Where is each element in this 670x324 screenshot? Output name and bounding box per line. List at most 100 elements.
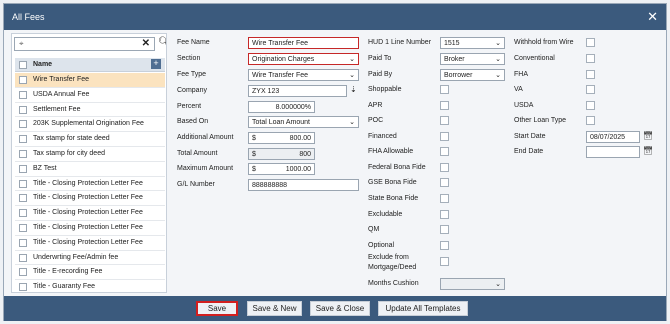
section-select[interactable]: Origination Charges ⌄	[248, 53, 359, 65]
list-item[interactable]: Tax stamp for city deed	[15, 147, 165, 162]
based-on-select[interactable]: Total Loan Amount ⌄	[248, 116, 359, 128]
add-fee-icon[interactable]: +	[151, 59, 161, 69]
maximum-amount-label: Maximum Amount	[177, 165, 234, 172]
usda-checkbox[interactable]	[586, 101, 595, 110]
save-and-new-button[interactable]: Save & New	[247, 301, 302, 316]
list-item[interactable]: BZ Test	[15, 162, 165, 177]
row-checkbox[interactable]	[19, 223, 27, 232]
list-item-label: BZ Test	[33, 164, 57, 172]
chevron-down-icon: ⌄	[495, 56, 501, 63]
currency-symbol: $	[252, 151, 256, 158]
conventional-checkbox[interactable]	[586, 54, 595, 63]
list-item[interactable]: Title - E-recording Fee	[15, 265, 165, 281]
list-item[interactable]: Wire Transfer Fee	[15, 73, 165, 88]
row-checkbox[interactable]	[19, 253, 27, 262]
save-button[interactable]: Save	[196, 301, 238, 316]
fee-type-value: Wire Transfer Fee	[252, 72, 309, 79]
row-checkbox[interactable]	[19, 164, 27, 173]
start-date-label: Start Date	[514, 133, 546, 140]
row-checkbox[interactable]	[19, 179, 27, 188]
list-item[interactable]: USDA Annual Fee	[15, 88, 165, 103]
list-item-label: Underwrting Fee/Admin fee	[33, 253, 119, 261]
row-checkbox[interactable]	[19, 268, 27, 277]
excludable-checkbox[interactable]	[440, 210, 449, 219]
maximum-amount-input[interactable]: $1000.00	[248, 163, 315, 175]
company-lookup-icon[interactable]: ⇣	[350, 85, 357, 94]
percent-label: Percent	[177, 103, 202, 110]
paid-to-select[interactable]: Broker ⌄	[440, 53, 505, 65]
list-item-label: Title - Closing Protection Letter Fee	[33, 209, 143, 217]
row-checkbox[interactable]	[19, 105, 27, 114]
end-date-input[interactable]	[586, 146, 640, 158]
list-item[interactable]: Title - Closing Protection Letter Fee	[15, 177, 165, 192]
state-bona-fide-checkbox[interactable]	[440, 194, 449, 203]
withhold-from-wire-checkbox[interactable]	[586, 38, 595, 47]
list-item[interactable]: Title - Closing Protection Letter Fee	[15, 236, 165, 251]
hud-line-label: HUD 1 Line Number	[368, 39, 432, 46]
list-item[interactable]: Title - Closing Protection Letter Fee	[15, 206, 165, 221]
exclude-from-mortgage-checkbox[interactable]	[440, 257, 449, 266]
chevron-down-icon: ⌄	[349, 119, 355, 126]
hud-line-value: 1515	[444, 40, 460, 47]
row-checkbox[interactable]	[19, 90, 27, 99]
paid-by-select[interactable]: Borrower ⌄	[440, 69, 505, 81]
additional-amount-value: 800.00	[289, 135, 311, 142]
list-item[interactable]: Title - Guaranty Fee	[15, 280, 165, 292]
fee-name-input[interactable]: Wire Transfer Fee	[248, 37, 359, 49]
gse-bona-fide-label: GSE Bona Fide	[368, 179, 417, 186]
gse-bona-fide-checkbox[interactable]	[440, 178, 449, 187]
calendar-icon[interactable]: 📅︎	[643, 146, 653, 155]
name-column-header[interactable]: Name	[33, 61, 52, 68]
fha-checkbox[interactable]	[586, 70, 595, 79]
percent-input[interactable]: 8.000000%	[248, 101, 315, 113]
qm-checkbox[interactable]	[440, 225, 449, 234]
row-checkbox[interactable]	[19, 194, 27, 203]
search-icon[interactable]: 🔍︎	[158, 37, 166, 48]
list-item[interactable]: Settlement Fee	[15, 103, 165, 118]
financed-checkbox[interactable]	[440, 132, 449, 141]
shoppable-checkbox[interactable]	[440, 85, 449, 94]
row-checkbox[interactable]	[19, 238, 27, 247]
company-input[interactable]: ZYX 123	[248, 85, 347, 97]
list-item[interactable]: Title - Closing Protection Letter Fee	[15, 221, 165, 236]
calendar-icon[interactable]: 📅︎	[643, 131, 653, 140]
list-item[interactable]: 203K Supplemental Origination Fee	[15, 117, 165, 133]
conventional-label: Conventional	[514, 55, 555, 62]
all-fees-dialog: All Fees ✕ ⌖ ✕ 🔍︎ Name + Wire Transfer F…	[3, 3, 667, 321]
start-date-input[interactable]: 08/07/2025	[586, 131, 640, 143]
row-checkbox[interactable]	[19, 209, 27, 218]
currency-symbol: $	[252, 166, 256, 173]
usda-label: USDA	[514, 102, 534, 109]
va-checkbox[interactable]	[586, 85, 595, 94]
gl-number-input[interactable]: 888888888	[248, 179, 359, 191]
row-checkbox[interactable]	[19, 135, 27, 144]
fha-allowable-checkbox[interactable]	[440, 147, 449, 156]
filter-icon: ⌖	[19, 39, 24, 48]
va-label: VA	[514, 86, 523, 93]
list-item[interactable]: Underwrting Fee/Admin fee	[15, 251, 165, 266]
optional-checkbox[interactable]	[440, 241, 449, 250]
row-checkbox[interactable]	[19, 149, 27, 158]
save-and-close-button[interactable]: Save & Close	[310, 301, 370, 316]
select-all-checkbox[interactable]	[19, 61, 27, 69]
chevron-down-icon: ⌄	[495, 72, 501, 79]
federal-bona-fide-checkbox[interactable]	[440, 163, 449, 172]
apr-checkbox[interactable]	[440, 101, 449, 110]
based-on-label: Based On	[177, 118, 209, 125]
list-item[interactable]: Tax stamp for state deed	[15, 132, 165, 147]
row-checkbox[interactable]	[19, 120, 27, 129]
poc-checkbox[interactable]	[440, 116, 449, 125]
row-checkbox[interactable]	[19, 76, 27, 84]
fee-type-select[interactable]: Wire Transfer Fee ⌄	[248, 69, 359, 81]
list-item[interactable]: Title - Closing Protection Letter Fee	[15, 191, 165, 207]
search-input[interactable]: ⌖ ✕	[14, 37, 155, 51]
total-amount-label: Total Amount	[177, 150, 218, 157]
hud-line-select[interactable]: 1515 ⌄	[440, 37, 505, 49]
additional-amount-input[interactable]: $800.00	[248, 132, 315, 144]
clear-search-icon[interactable]: ✕	[142, 38, 150, 49]
apr-label: APR	[368, 102, 383, 109]
close-icon[interactable]: ✕	[647, 9, 658, 25]
update-all-templates-button[interactable]: Update All Templates	[378, 301, 468, 316]
other-loan-type-checkbox[interactable]	[586, 116, 595, 125]
row-checkbox[interactable]	[19, 283, 27, 292]
